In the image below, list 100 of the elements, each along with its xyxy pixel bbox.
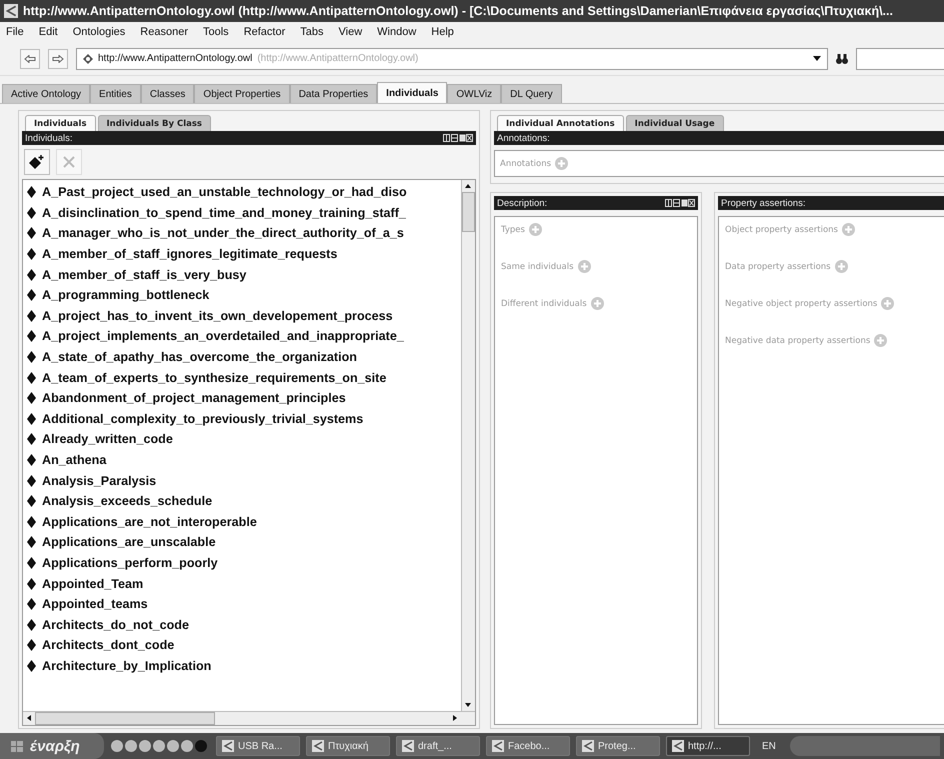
individual-item[interactable]: A_project_implements_an_overdetailed_and_inappropriate_: [42, 329, 404, 344]
menu-item[interactable]: Tabs: [300, 26, 324, 38]
menu-item[interactable]: Tools: [203, 26, 229, 38]
taskbar-button[interactable]: http://...: [666, 736, 750, 756]
individual-item[interactable]: Architecture_by_Implication: [42, 658, 212, 673]
add-icon[interactable]: [590, 297, 604, 310]
individual-item[interactable]: A_disinclination_to_spend_time_and_money_training_staff_: [42, 206, 406, 220]
individual-item[interactable]: Applications_are_not_interoperable: [42, 514, 257, 529]
section-label: Different individuals: [501, 298, 587, 308]
individual-item[interactable]: Architects_do_not_code: [42, 618, 189, 632]
add-icon[interactable]: [578, 260, 590, 273]
individual-icon: [27, 474, 36, 487]
panel-title: Annotations:: [497, 132, 550, 144]
individual-icon: [27, 598, 36, 610]
add-icon[interactable]: [528, 223, 542, 236]
menu-item[interactable]: Help: [431, 26, 454, 38]
individual-item[interactable]: Analysis_Paralysis: [42, 474, 156, 488]
tab[interactable]: Individuals By Class: [98, 115, 211, 131]
individual-item[interactable]: An_athena: [42, 453, 106, 468]
individual-item[interactable]: Architects_dont_code: [42, 638, 174, 652]
menu-item[interactable]: Ontologies: [72, 26, 126, 38]
section-label: Negative object property assertions: [725, 298, 878, 308]
tab[interactable]: Classes: [140, 84, 194, 103]
tab[interactable]: OWLViz: [447, 84, 502, 103]
back-button[interactable]: [20, 48, 40, 68]
app-icon: [582, 740, 594, 752]
add-icon[interactable]: [834, 260, 848, 273]
tab[interactable]: Individual Usage: [626, 115, 724, 131]
scroll-thumb[interactable]: [462, 192, 475, 232]
individual-icon: [27, 495, 36, 508]
app-icon: [402, 740, 414, 752]
menu-item[interactable]: Edit: [38, 26, 58, 38]
add-icon[interactable]: [842, 223, 855, 236]
tab[interactable]: DL Query: [501, 84, 562, 103]
individual-item[interactable]: A_project_has_to_invent_its_own_developement_process: [42, 308, 393, 323]
add-icon[interactable]: [555, 157, 568, 170]
view-controls-icon[interactable]: [665, 199, 695, 207]
individual-item[interactable]: Already_written_code: [42, 432, 173, 446]
search-field[interactable]: [856, 48, 944, 70]
add-individual-icon: [29, 154, 45, 170]
menu-item[interactable]: Window: [377, 26, 416, 38]
tab[interactable]: Active Ontology: [2, 84, 90, 103]
back-arrow-icon: [24, 54, 36, 62]
horizontal-scrollbar[interactable]: [23, 711, 475, 725]
individual-icon: [27, 206, 36, 219]
individual-icon: [27, 536, 36, 548]
taskbar-button[interactable]: Facebo...: [486, 736, 570, 756]
tab[interactable]: Entities: [90, 84, 141, 103]
taskbar-button[interactable]: USB Ra...: [216, 736, 300, 756]
app-icon: [312, 740, 324, 752]
individual-item[interactable]: A_programming_bottleneck: [42, 288, 210, 302]
add-icon[interactable]: [874, 334, 888, 347]
individual-item[interactable]: Additional_complexity_to_previously_trivial_systems: [42, 412, 364, 426]
tab[interactable]: Object Properties: [194, 84, 290, 103]
forward-button[interactable]: [48, 48, 68, 68]
individual-item[interactable]: Appointed_teams: [42, 597, 148, 612]
start-button[interactable]: έναρξη: [0, 733, 104, 759]
tab[interactable]: Individuals: [25, 115, 96, 131]
section-label: Same individuals: [501, 262, 574, 272]
menu-item[interactable]: Reasoner: [140, 26, 188, 38]
individual-item[interactable]: Appointed_Team: [42, 576, 144, 591]
language-indicator[interactable]: EN: [762, 740, 776, 752]
individual-icon: [27, 660, 36, 672]
scroll-thumb[interactable]: [35, 712, 215, 725]
menu-item[interactable]: File: [6, 26, 24, 38]
taskbar-button[interactable]: draft_...: [396, 736, 480, 756]
individual-item[interactable]: Analysis_exceeds_schedule: [42, 494, 212, 508]
individual-icon: [27, 372, 36, 384]
individual-item[interactable]: A_member_of_staff_ignores_legitimate_requests: [42, 247, 338, 262]
individual-icon: [27, 516, 36, 528]
menu-item[interactable]: View: [338, 26, 362, 38]
dropdown-icon[interactable]: [813, 56, 821, 61]
view-controls-icon[interactable]: [443, 134, 473, 142]
add-button[interactable]: [24, 149, 50, 175]
vertical-scrollbar[interactable]: [461, 180, 475, 711]
section-label: Data property assertions: [725, 262, 831, 272]
ontology-combo[interactable]: http://www.AntipatternOntology.owl (http://www.AntipatternOntology.owl): [76, 48, 828, 70]
panel-title: Individuals:: [25, 132, 73, 144]
individual-item[interactable]: Abandonment_of_project_management_principles: [42, 391, 346, 406]
tab[interactable]: Individual Annotations: [497, 115, 624, 131]
quick-launch-icons[interactable]: [110, 739, 210, 753]
flag-icon: [10, 740, 24, 752]
tab[interactable]: Data Properties: [290, 84, 378, 103]
individual-icon: [27, 310, 36, 322]
tab[interactable]: Individuals: [377, 82, 448, 103]
individual-item[interactable]: Applications_are_unscalable: [42, 535, 216, 550]
taskbar-button[interactable]: Πτυχιακή: [306, 736, 390, 756]
section-label: Negative data property assertions: [725, 336, 870, 346]
ontology-url-note: (http://www.AntipatternOntology.owl): [257, 53, 418, 64]
individual-item[interactable]: A_Past_project_used_an_unstable_technology_or_had_diso: [42, 185, 407, 200]
individual-icon: [27, 618, 36, 631]
taskbar-button[interactable]: Proteg...: [576, 736, 660, 756]
individual-item[interactable]: A_member_of_staff_is_very_busy: [42, 268, 246, 282]
ontology-url: http://www.AntipatternOntology.owl: [98, 53, 252, 64]
individual-item[interactable]: A_manager_who_is_not_under_the_direct_authority_of_a_s: [42, 226, 404, 240]
individual-item[interactable]: A_state_of_apathy_has_overcome_the_organization: [42, 350, 357, 364]
add-icon[interactable]: [881, 297, 894, 310]
individual-item[interactable]: A_team_of_experts_to_synthesize_requirements_on_site: [42, 370, 386, 385]
menu-item[interactable]: Refactor: [244, 26, 286, 38]
individual-item[interactable]: Applications_perform_poorly: [42, 556, 218, 570]
